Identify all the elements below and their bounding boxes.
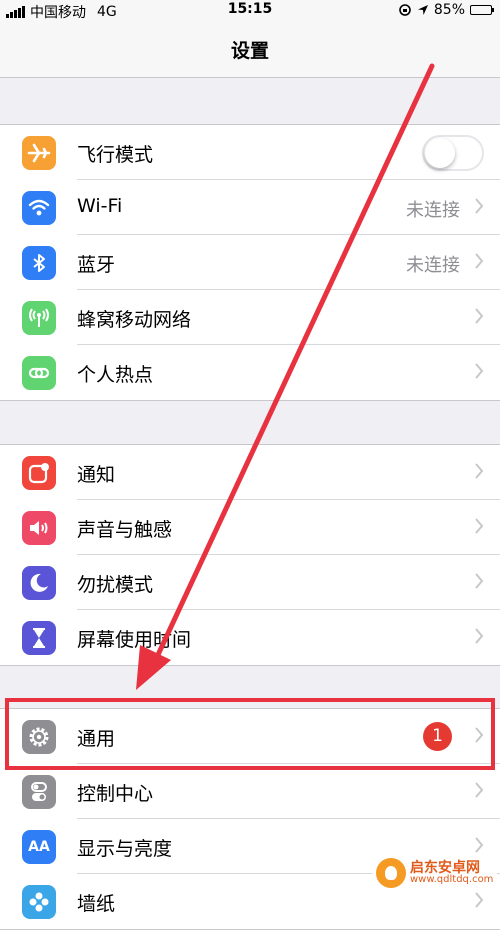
hotspot-icon	[22, 356, 56, 390]
chevron-right-icon	[475, 892, 484, 908]
flower-icon	[22, 885, 56, 919]
row-label: Wi-Fi	[77, 195, 123, 217]
row-label: 通知	[77, 464, 116, 486]
bluetooth-icon	[22, 246, 56, 280]
row-label: 个人热点	[77, 364, 154, 386]
navigation-bar: 设置	[0, 22, 500, 78]
row-airplane-mode[interactable]: 飞行模式	[0, 125, 500, 180]
status-right: 85%	[398, 2, 494, 18]
chevron-right-icon	[475, 782, 484, 798]
highlight-box	[5, 698, 495, 770]
row-label: 显示与亮度	[77, 838, 173, 860]
row-bluetooth[interactable]: 蓝牙 未连接	[0, 235, 500, 290]
text-size-icon-glyph: AA	[28, 839, 50, 855]
chevron-right-icon	[475, 573, 484, 589]
row-do-not-disturb[interactable]: 勿扰模式	[0, 555, 500, 610]
chevron-right-icon	[475, 463, 484, 479]
bluetooth-status: 未连接	[406, 255, 460, 276]
text-size-icon: AA	[22, 830, 56, 864]
watermark-title: 启东安卓网	[410, 860, 480, 876]
chevron-right-icon	[475, 837, 484, 853]
row-label: 蜂窝移动网络	[77, 309, 192, 331]
row-screen-time[interactable]: 屏幕使用时间	[0, 610, 500, 665]
row-hotspot[interactable]: 个人热点	[0, 345, 500, 400]
chevron-right-icon	[475, 628, 484, 644]
hourglass-icon	[22, 621, 56, 655]
settings-group-notifications: 通知 声音与触感 勿扰模式 屏幕使用时间	[0, 444, 500, 666]
toggle-knob	[425, 138, 455, 168]
chevron-right-icon	[475, 253, 484, 269]
row-control-center[interactable]: 控制中心	[0, 764, 500, 819]
cellular-icon	[22, 301, 56, 335]
watermark-logo-icon	[376, 858, 406, 888]
watermark-url: www.qdltdq.com	[410, 874, 494, 885]
toggles-icon	[22, 775, 56, 809]
chevron-right-icon	[475, 198, 484, 214]
row-label: 墙纸	[77, 893, 116, 915]
location-icon	[417, 5, 428, 15]
airplane-icon	[22, 136, 56, 170]
row-wifi[interactable]: Wi-Fi 未连接	[0, 180, 500, 235]
notifications-icon	[22, 456, 56, 490]
watermark: 启东安卓网 www.qdltdq.com	[372, 856, 498, 890]
status-bar: 中国移动 4G 15:15 85%	[0, 0, 500, 22]
chevron-right-icon	[475, 363, 484, 379]
airplane-mode-toggle[interactable]	[422, 135, 484, 171]
battery-icon	[470, 5, 494, 15]
row-label: 蓝牙	[77, 254, 116, 276]
row-label: 声音与触感	[77, 519, 173, 541]
wifi-icon	[22, 191, 56, 225]
page-title: 设置	[230, 40, 269, 62]
row-label: 勿扰模式	[77, 574, 154, 596]
wifi-status: 未连接	[406, 200, 460, 221]
chevron-right-icon	[475, 308, 484, 324]
row-label: 飞行模式	[77, 144, 154, 166]
settings-group-connectivity: 飞行模式 Wi-Fi 未连接 蓝牙 未连接 蜂窝移动网络 个人热点	[0, 124, 500, 401]
orientation-lock-icon	[399, 4, 411, 16]
row-notifications[interactable]: 通知	[0, 445, 500, 500]
chevron-right-icon	[475, 518, 484, 534]
moon-icon	[22, 566, 56, 600]
speaker-icon	[22, 511, 56, 545]
battery-percent: 85%	[433, 2, 465, 18]
row-label: 屏幕使用时间	[77, 629, 192, 651]
row-sounds[interactable]: 声音与触感	[0, 500, 500, 555]
row-cellular[interactable]: 蜂窝移动网络	[0, 290, 500, 345]
watermark-text: 启东安卓网 www.qdltdq.com	[410, 861, 493, 885]
row-label: 控制中心	[77, 783, 154, 805]
